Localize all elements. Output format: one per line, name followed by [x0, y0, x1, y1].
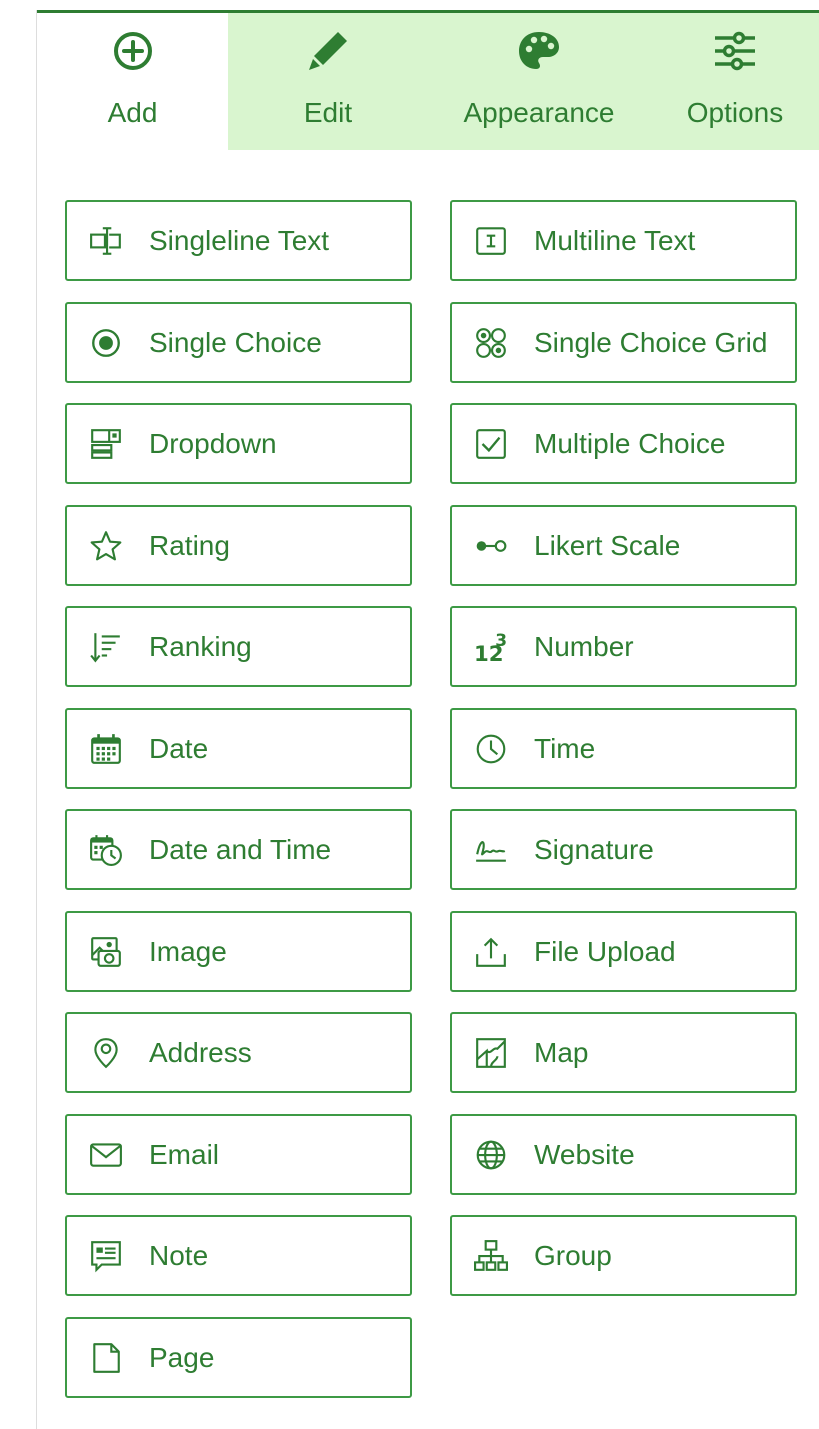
add-date-and-time-button[interactable]: Date and Time — [65, 809, 412, 890]
field-label: Page — [149, 1342, 215, 1373]
palette-icon — [519, 32, 559, 69]
tab-add-label: Add — [107, 97, 158, 128]
field-label: Email — [149, 1139, 220, 1170]
add-file-upload-button[interactable]: File Upload — [450, 911, 797, 992]
image-icon — [91, 937, 121, 967]
field-label: Number — [534, 631, 634, 662]
pencil-icon — [309, 32, 347, 70]
field-label: Multiline Text — [534, 225, 696, 256]
radio-icon — [92, 329, 120, 357]
field-label: Address — [149, 1037, 252, 1068]
tab-appearance-label: Appearance — [463, 97, 615, 128]
tab-options[interactable]: Options — [650, 13, 819, 150]
field-label: Multiple Choice — [534, 428, 726, 459]
add-date-button[interactable]: Date — [65, 708, 412, 789]
calendar-icon — [91, 734, 121, 764]
add-map-button[interactable]: Map — [450, 1012, 797, 1093]
field-label: Likert Scale — [534, 530, 681, 561]
ranking-icon — [90, 633, 120, 663]
map-icon — [476, 1038, 506, 1068]
field-label: Rating — [149, 530, 230, 561]
field-label: Dropdown — [149, 428, 277, 459]
dropdown-icon — [91, 429, 121, 459]
add-page-button[interactable]: Page — [65, 1317, 412, 1398]
singleline-text-icon — [90, 227, 121, 255]
field-label: Ranking — [149, 631, 252, 662]
add-dropdown-button[interactable]: Dropdown — [65, 403, 412, 484]
star-icon — [90, 531, 122, 561]
checkbox-icon — [476, 429, 506, 459]
add-multiline-text-button[interactable]: Multiline Text — [450, 200, 797, 281]
add-field-panel: Add Edit Appearance Options Singleline T… — [36, 10, 819, 1429]
add-singleline-text-button[interactable]: Singleline Text — [65, 200, 412, 281]
add-image-button[interactable]: Image — [65, 911, 412, 992]
add-rating-button[interactable]: Rating — [65, 505, 412, 586]
globe-icon — [476, 1140, 506, 1170]
envelope-icon — [90, 1143, 122, 1167]
tab-add[interactable]: Add — [37, 13, 228, 150]
likert-icon — [476, 540, 507, 552]
calendar-clock-icon — [90, 835, 122, 866]
group-icon — [474, 1240, 508, 1271]
add-likert-scale-button[interactable]: Likert Scale — [450, 505, 797, 586]
field-label: Time — [534, 733, 596, 764]
add-single-choice-button[interactable]: Single Choice — [65, 302, 412, 383]
field-label: Date and Time — [149, 834, 332, 865]
number-icon: 123 — [474, 631, 507, 664]
field-label: Note — [149, 1240, 209, 1271]
tab-edit[interactable]: Edit — [228, 13, 428, 150]
signature-icon — [476, 841, 506, 862]
add-time-button[interactable]: Time — [450, 708, 797, 789]
page-icon — [93, 1343, 120, 1373]
radio-grid-icon — [476, 328, 506, 358]
add-multiple-choice-button[interactable]: Multiple Choice — [450, 403, 797, 484]
multiline-text-icon — [476, 227, 506, 255]
field-label: Group — [534, 1240, 612, 1271]
note-icon — [91, 1241, 121, 1273]
tab-edit-label: Edit — [303, 97, 353, 128]
field-label: Map — [534, 1037, 589, 1068]
field-label: Singleline Text — [149, 225, 330, 256]
add-email-button[interactable]: Email — [65, 1114, 412, 1195]
field-label: File Upload — [534, 936, 676, 967]
add-ranking-button[interactable]: Ranking — [65, 606, 412, 687]
field-label: Single Choice — [149, 327, 322, 358]
tab-options-label: Options — [686, 97, 784, 128]
field-label: Image — [149, 936, 227, 967]
add-address-button[interactable]: Address — [65, 1012, 412, 1093]
add-number-button[interactable]: 12 3 Number — [450, 606, 797, 687]
add-website-button[interactable]: Website — [450, 1114, 797, 1195]
sliders-icon — [715, 31, 755, 71]
field-label: Website — [534, 1139, 635, 1170]
upload-icon — [476, 937, 506, 967]
clock-icon — [476, 734, 506, 764]
add-note-button[interactable]: Note — [65, 1215, 412, 1296]
add-single-choice-grid-button[interactable]: Single Choice Grid — [450, 302, 797, 383]
tab-appearance[interactable]: Appearance — [428, 13, 650, 150]
field-label: Single Choice Grid — [534, 327, 768, 358]
field-label: Date — [149, 733, 209, 764]
add-group-button[interactable]: Group — [450, 1215, 797, 1296]
svg-text:3: 3 — [495, 631, 507, 651]
location-pin-icon — [94, 1038, 118, 1069]
field-label: Signature — [534, 834, 654, 865]
add-signature-button[interactable]: Signature — [450, 809, 797, 890]
panel-tab-bar: Add Edit Appearance Options — [37, 13, 819, 150]
add-circle-icon — [113, 32, 152, 70]
